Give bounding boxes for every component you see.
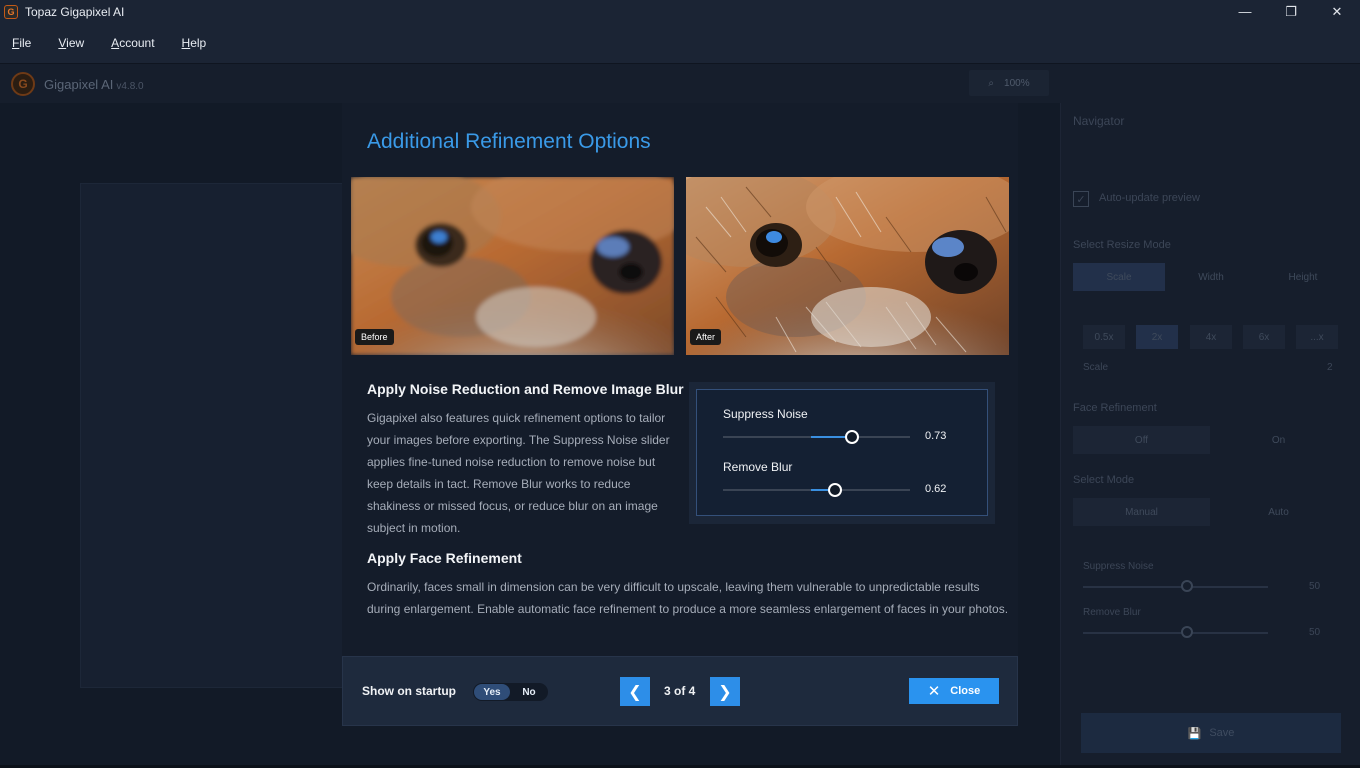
before-fox-image (351, 177, 674, 355)
section2-line: Ordinarily, faces small in dimension can… (367, 580, 980, 594)
menu-file[interactable]: File (12, 36, 31, 50)
remove-blur-slider[interactable] (723, 483, 910, 497)
section1-text: Gigapixel also features quick refinement… (367, 407, 670, 539)
app-name: Gigapixel AI v4.8.0 (44, 77, 144, 92)
scale-option-4x[interactable]: 4x (1190, 325, 1232, 349)
show-on-startup-label: Show on startup (362, 684, 456, 698)
resize-mode-label: Select Resize Mode (1073, 239, 1171, 251)
scale-option-6x[interactable]: 6x (1243, 325, 1285, 349)
scale-option-0-5x[interactable]: 0.5x (1083, 325, 1125, 349)
app-name-text: Gigapixel AI (44, 77, 114, 92)
face-refinement-off[interactable]: Off (1073, 426, 1210, 454)
window-title: Topaz Gigapixel AI (25, 4, 125, 19)
rp-remove-blur-slider[interactable] (1083, 632, 1268, 634)
suppress-noise-label: Suppress Noise (723, 407, 808, 421)
navigator-label: Navigator (1073, 114, 1125, 128)
auto-update-checkbox[interactable]: ✓ (1073, 191, 1089, 207)
remove-blur-knob[interactable] (828, 483, 843, 497)
resize-mode-height[interactable]: Height (1257, 263, 1349, 291)
suppress-noise-knob[interactable] (845, 430, 860, 444)
select-mode-label: Select Mode (1073, 474, 1135, 486)
scale-option-2x[interactable]: 2x (1136, 325, 1178, 349)
rp-suppress-noise-knob[interactable] (1181, 580, 1193, 592)
mode-manual[interactable]: Manual (1073, 498, 1210, 526)
image-canvas (80, 183, 350, 688)
gigapixel-logo-icon: G (11, 72, 35, 96)
menu-help[interactable]: Help (182, 36, 207, 50)
previous-page-button[interactable]: ❮ (620, 677, 650, 706)
section1-line: subject in motion. (367, 521, 461, 535)
scale-label: Scale (1083, 362, 1109, 373)
save-button[interactable]: 💾 Save (1081, 713, 1341, 753)
settings-panel: Navigator ✓ Auto-update preview Select R… (1060, 103, 1360, 768)
close-icon: ✕ (927, 683, 941, 700)
app-icon: G (4, 4, 18, 19)
remove-blur-label: Remove Blur (723, 460, 793, 474)
slider-demo-panel: Suppress Noise 0.73 Remove Blur 0.62 (696, 389, 988, 516)
rp-suppress-noise-label: Suppress Noise (1083, 561, 1154, 572)
restore-button[interactable]: ❐ (1268, 0, 1314, 23)
save-icon: 💾 (1187, 727, 1202, 740)
refinement-dialog: Additional Refinement Options Before Aft… (342, 103, 1018, 726)
save-label: Save (1209, 727, 1235, 739)
window-controls: — ❐ ✕ (1222, 0, 1360, 23)
rp-suppress-noise-value: 50 (1309, 581, 1321, 592)
face-refinement-on[interactable]: On (1210, 426, 1347, 454)
auto-update-label: Auto-update preview (1099, 192, 1200, 204)
section2-heading: Apply Face Refinement (367, 550, 522, 566)
app-header: G Gigapixel AI v4.8.0 ⌕ 100% (0, 63, 1360, 103)
slider-demo-box: Suppress Noise 0.73 Remove Blur 0.62 (689, 382, 995, 524)
title-bar: G Topaz Gigapixel AI — ❐ ✕ (0, 0, 1360, 23)
resize-mode-width[interactable]: Width (1165, 263, 1257, 291)
suppress-noise-slider[interactable] (723, 430, 910, 444)
suppress-noise-value: 0.73 (925, 430, 947, 442)
section1-line: applies fine-tuned noise reduction to re… (367, 455, 656, 469)
after-fox-image (686, 177, 1009, 355)
section1-line: keep details in tact. Remove Blur works … (367, 477, 631, 491)
scale-option-custom[interactable]: ...x (1296, 325, 1338, 349)
menu-bar: File View Account Help (0, 23, 1360, 63)
after-tag: After (690, 329, 722, 345)
next-page-button[interactable]: ❯ (710, 677, 740, 706)
toggle-no[interactable]: No (517, 684, 541, 700)
minimize-button[interactable]: — (1222, 0, 1268, 23)
page-indicator: 3 of 4 (664, 684, 696, 698)
before-image: Before (351, 177, 674, 355)
menu-account[interactable]: Account (111, 36, 154, 50)
section2-text: Ordinarily, faces small in dimension can… (367, 576, 1008, 620)
rp-suppress-noise-slider[interactable] (1083, 586, 1268, 588)
remove-blur-value: 0.62 (925, 483, 947, 495)
chevron-right-icon: ❯ (718, 683, 732, 701)
close-window-button[interactable]: ✕ (1314, 0, 1360, 23)
dialog-footer: Show on startup Yes No ❮ 3 of 4 ❯ ✕ Clos… (342, 656, 1018, 726)
after-image: After (686, 177, 1009, 355)
mode-auto[interactable]: Auto (1210, 498, 1347, 526)
zoom-level: 100% (1004, 77, 1030, 89)
before-tag: Before (355, 329, 394, 345)
section1-line: shakiness or missed focus, or reduce blu… (367, 499, 658, 513)
scale-value: 2 (1327, 362, 1333, 373)
section1-line: your images before exporting. The Suppre… (367, 433, 670, 447)
close-button[interactable]: ✕ Close (909, 678, 999, 704)
chevron-left-icon: ❮ (628, 683, 642, 701)
section1-heading: Apply Noise Reduction and Remove Image B… (367, 381, 684, 397)
zoom-control[interactable]: ⌕ 100% (969, 70, 1049, 96)
toggle-yes[interactable]: Yes (474, 684, 510, 700)
show-on-startup-toggle[interactable]: Yes No (473, 683, 548, 701)
section1-line: Gigapixel also features quick refinement… (367, 411, 666, 425)
dialog-title: Additional Refinement Options (367, 130, 651, 153)
rp-remove-blur-value: 50 (1309, 627, 1321, 638)
resize-mode-scale[interactable]: Scale (1073, 263, 1165, 291)
section2-line: during enlargement. Enable automatic fac… (367, 602, 1009, 616)
menu-view[interactable]: View (58, 36, 84, 50)
rp-remove-blur-label: Remove Blur (1083, 607, 1141, 618)
app-version: v4.8.0 (116, 81, 144, 92)
close-label: Close (950, 685, 981, 697)
rp-remove-blur-knob[interactable] (1181, 626, 1193, 638)
face-refinement-label: Face Refinement (1073, 402, 1157, 414)
zoom-icon: ⌕ (988, 77, 995, 89)
